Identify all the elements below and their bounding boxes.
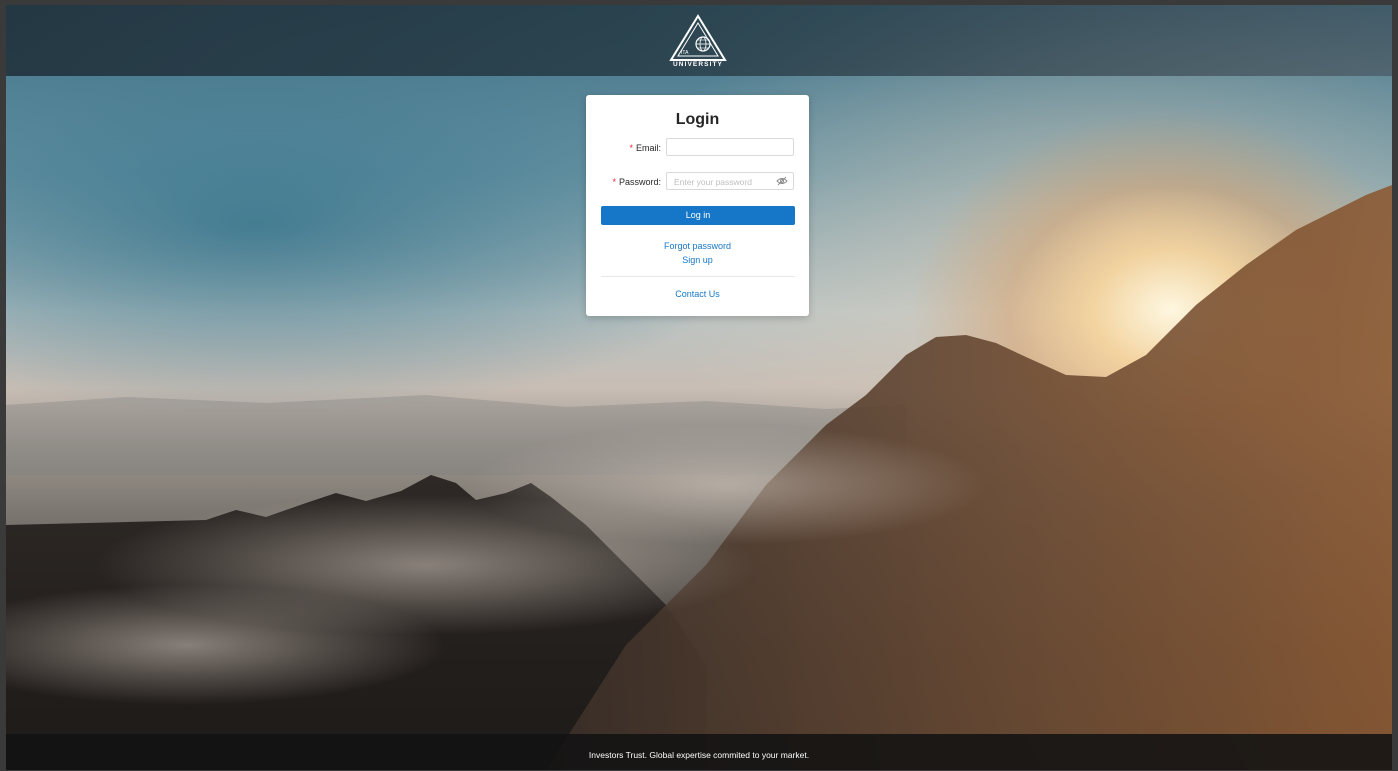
email-label: * Email: [629, 143, 661, 153]
logo-text: UNIVERSITY [672, 61, 723, 68]
label-separator: : [658, 143, 661, 153]
password-label: * Password: [612, 177, 661, 187]
email-label-text: Email [635, 143, 659, 153]
login-card: Login * Email: * Password: Enter your pass… [586, 95, 809, 316]
triangle-globe-logo-icon: ITA [669, 14, 727, 61]
header-bar: ITA UNIVERSITY [6, 5, 1392, 76]
divider [601, 276, 795, 277]
footer-text: Investors Trust. Global expertise commit… [588, 750, 810, 760]
password-label-text: Password [618, 177, 659, 187]
forgot-password-link[interactable]: Forgot password [586, 241, 809, 251]
label-separator: : [658, 177, 661, 187]
eye-invisible-icon[interactable] [776, 176, 788, 186]
contact-us-link[interactable]: Contact Us [586, 289, 809, 299]
required-mark: * [612, 177, 616, 187]
logo-small-text: ITA [681, 50, 689, 56]
page-title: Login [675, 111, 720, 128]
required-mark: * [629, 143, 633, 153]
login-button[interactable]: Log in [601, 206, 795, 225]
sign-up-link[interactable]: Sign up [586, 255, 809, 265]
password-field[interactable]: Enter your password [666, 172, 794, 190]
background-frame: ITA UNIVERSITY Login * Email: * Password: … [6, 5, 1392, 770]
password-placeholder: Enter your password [674, 177, 752, 187]
footer-bar: Investors Trust. Global expertise commit… [6, 734, 1392, 770]
email-field[interactable] [666, 138, 794, 156]
university-logo[interactable]: ITA UNIVERSITY [669, 14, 727, 70]
